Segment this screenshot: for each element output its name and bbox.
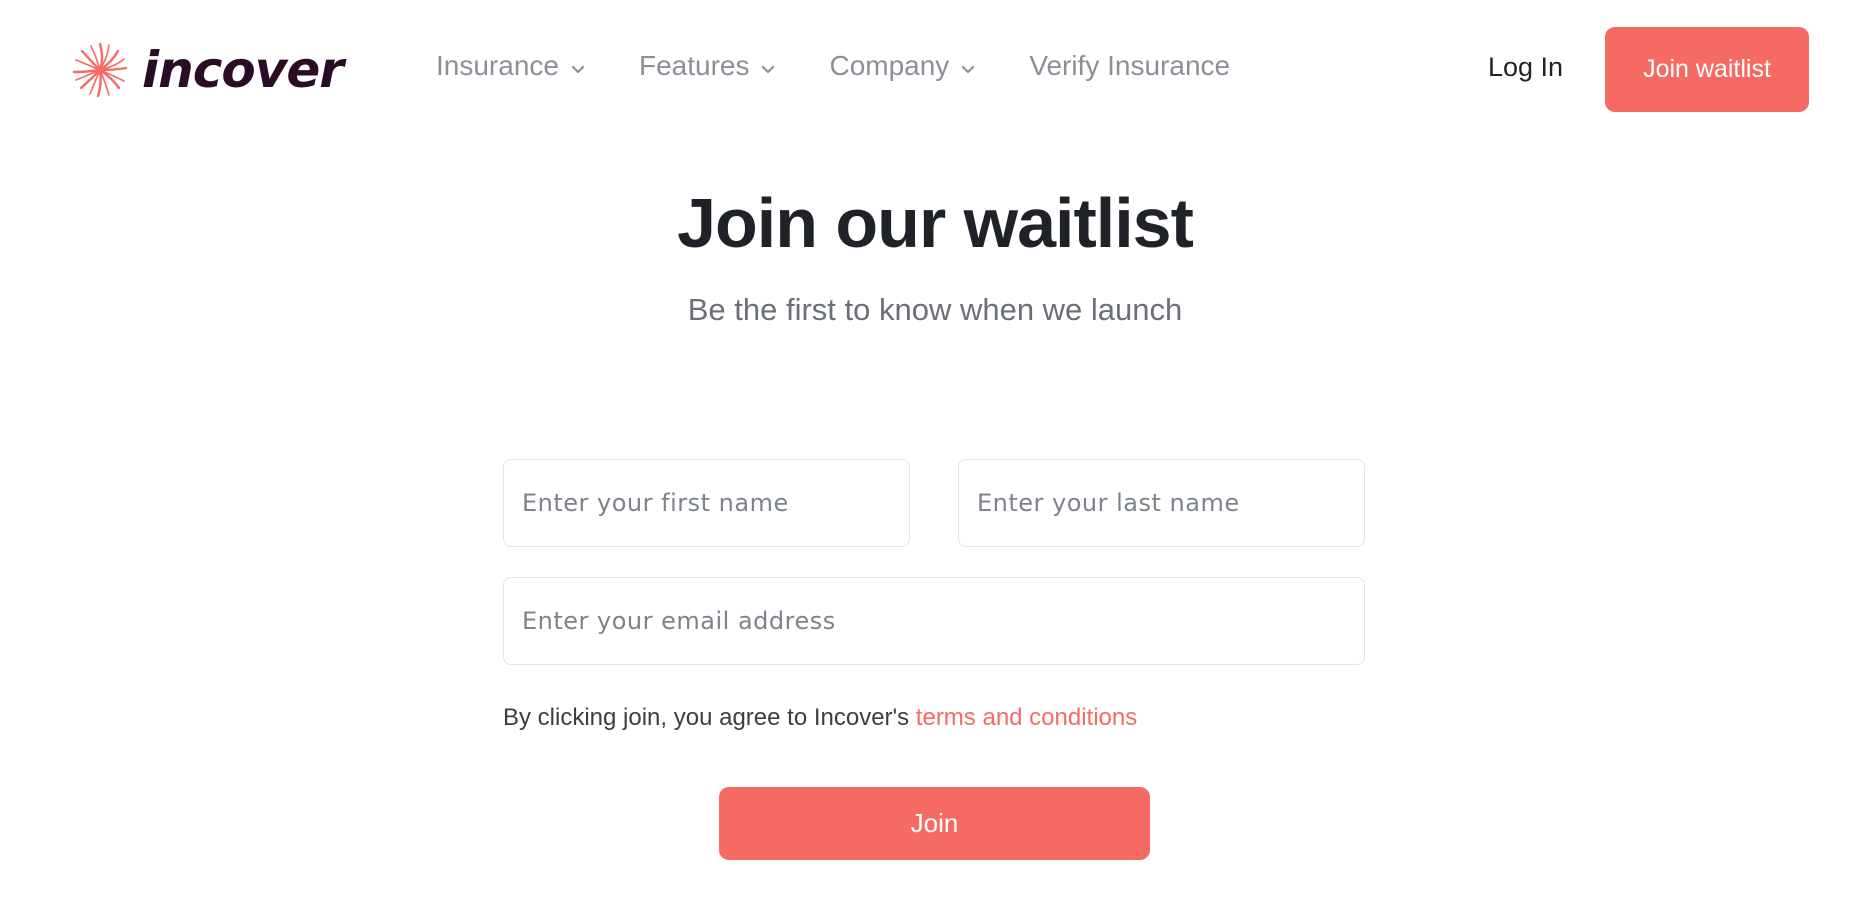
nav-item-label: Features	[638, 50, 750, 81]
brand-name: incover	[142, 41, 344, 99]
logo-link[interactable]: incover	[70, 40, 344, 100]
main-nav: Insurance Features Company Verify Insura…	[436, 50, 1230, 82]
nav-item-company[interactable]: Company	[829, 50, 975, 82]
nav-item-label: Insurance	[436, 50, 559, 81]
nav-item-verify-insurance[interactable]: Verify Insurance	[1029, 50, 1230, 82]
page: incover Insurance Features Company Verif…	[0, 0, 1870, 898]
join-waitlist-button[interactable]: Join waitlist	[1605, 27, 1809, 112]
nav-item-insurance[interactable]: Insurance	[436, 50, 585, 82]
terms-notice: By clicking join, you agree to Incover's…	[503, 704, 1137, 732]
chevron-down-icon	[571, 65, 585, 73]
nav-item-label: Verify Insurance	[1029, 50, 1231, 81]
first-name-input[interactable]	[503, 459, 910, 547]
chevron-down-icon	[962, 65, 975, 73]
chevron-down-icon	[762, 65, 775, 73]
nav-item-label: Company	[829, 50, 950, 81]
join-button[interactable]: Join	[719, 787, 1150, 860]
page-title: Join our waitlist	[677, 184, 1194, 262]
site-header: incover Insurance Features Company Verif…	[0, 0, 1870, 140]
terms-link[interactable]: terms and conditions	[916, 704, 1137, 731]
starburst-icon	[72, 42, 128, 98]
last-name-input[interactable]	[958, 459, 1365, 547]
terms-text: By clicking join, you agree to Incover's	[503, 704, 910, 731]
login-link[interactable]: Log In	[1488, 52, 1563, 83]
page-subtitle: Be the first to know when we launch	[687, 292, 1183, 327]
nav-item-features[interactable]: Features	[639, 50, 776, 82]
email-input[interactable]	[503, 577, 1365, 665]
